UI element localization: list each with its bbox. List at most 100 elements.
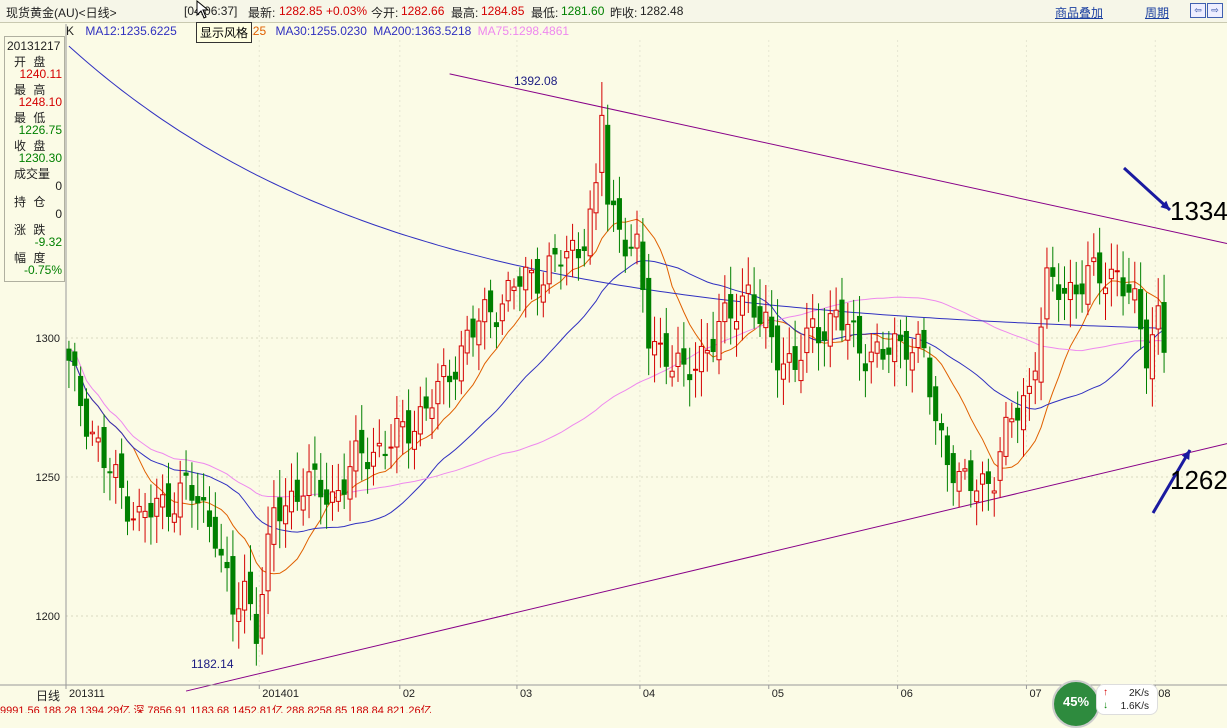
candle-body <box>1102 287 1109 295</box>
candle-body <box>1067 281 1073 301</box>
grid-layer <box>65 40 1227 685</box>
candle-body <box>517 276 523 287</box>
candle-body <box>933 386 939 422</box>
legend-ma30: MA30:1255.0230 <box>275 24 367 38</box>
candle-body <box>827 313 833 347</box>
candle-body <box>851 320 857 323</box>
candle-body <box>605 124 611 205</box>
candle-body <box>534 258 540 294</box>
candle-body <box>154 497 160 517</box>
candle-body <box>160 494 166 508</box>
candle-body <box>657 342 663 345</box>
candle-body <box>669 370 675 378</box>
candle-body <box>780 363 786 380</box>
candle-body <box>786 353 792 363</box>
candle-body <box>552 247 558 255</box>
candle-body <box>452 371 458 380</box>
candle-body <box>470 318 476 338</box>
ma12-line <box>68 218 1165 575</box>
mouse-cursor-icon <box>196 0 210 19</box>
candle-body <box>224 561 230 569</box>
candle-body <box>1044 267 1050 320</box>
candle-body <box>171 513 177 523</box>
candle-body <box>1073 284 1079 295</box>
candle-body <box>429 407 435 419</box>
candle-body <box>546 255 552 285</box>
candle-body <box>652 341 658 356</box>
candle-body <box>599 114 605 173</box>
candle-body <box>482 299 488 323</box>
candle-body <box>1138 289 1144 330</box>
candle-body <box>628 246 634 249</box>
x-tick-label: 201311 <box>69 688 105 700</box>
candle-body <box>476 320 482 346</box>
candle-body <box>195 496 201 504</box>
candle-layer <box>66 82 1167 666</box>
candle-body <box>815 327 822 344</box>
candle-body <box>165 483 172 517</box>
x-tick-label: 06 <box>901 688 913 700</box>
info-low: 1226.75 <box>18 123 62 137</box>
ma200-line <box>68 45 1165 329</box>
peak-label: 1392.08 <box>514 74 558 88</box>
candle-body <box>1085 265 1091 305</box>
candle-body <box>570 239 576 251</box>
candle-body <box>646 277 652 349</box>
candle-body <box>1079 283 1085 295</box>
legend-ma12: MA12:1235.6225 <box>85 24 177 38</box>
x-tick-label: 03 <box>520 688 532 700</box>
candle-body <box>253 613 259 644</box>
candle-body <box>130 518 136 521</box>
candle-body <box>1132 288 1138 301</box>
candle-body <box>101 427 107 469</box>
info-high: 1248.10 <box>18 95 62 109</box>
legend-ma200: MA200:1363.5218 <box>373 24 472 38</box>
candle-body <box>1015 407 1021 421</box>
candle-body <box>944 435 950 466</box>
candle-body <box>394 417 400 448</box>
candle-body <box>903 330 909 360</box>
x-tick-label: 05 <box>772 688 784 700</box>
candle-body <box>183 472 189 476</box>
candle-body <box>230 556 236 615</box>
candle-body <box>411 430 418 450</box>
candle-body <box>1126 284 1132 293</box>
candle-body <box>640 241 646 291</box>
candle-body <box>218 548 224 556</box>
candle-body <box>341 479 347 495</box>
candle-body <box>558 264 564 267</box>
candle-body <box>856 315 863 354</box>
candle-body <box>821 331 827 341</box>
candle-body <box>962 468 968 472</box>
candle-body <box>728 294 734 319</box>
candle-body <box>745 284 751 294</box>
candle-body <box>997 451 1003 481</box>
candle-body <box>324 489 330 505</box>
candle-body <box>1091 257 1097 263</box>
candle-body <box>365 462 371 470</box>
candle-body <box>909 352 915 371</box>
candle-body <box>575 249 581 259</box>
candle-body <box>622 239 628 257</box>
candle-body <box>271 507 277 545</box>
candle-body <box>400 421 406 428</box>
candle-body <box>1050 267 1056 277</box>
legend-ma75: MA75:1298.4861 <box>477 24 570 38</box>
x-tick-label: 07 <box>1029 688 1041 700</box>
candle-body <box>148 502 154 518</box>
candle-body <box>734 321 740 330</box>
candle-body <box>388 446 394 449</box>
candle-body <box>698 345 704 373</box>
candle-body <box>359 429 365 454</box>
candlestick-chart[interactable]: 1200 1250 1300 201311 201401 02 03 04 05 06 07 08 <box>0 0 1227 713</box>
candle-body <box>938 423 945 431</box>
candle-body <box>874 341 880 354</box>
upload-speed: 2K/s <box>1128 688 1149 699</box>
candle-body <box>1056 284 1062 300</box>
candle-body <box>124 496 131 522</box>
network-badge[interactable]: 45% <box>1052 680 1100 728</box>
candle-body <box>991 490 997 494</box>
x-tick-label: 08 <box>1158 688 1170 700</box>
candle-body <box>833 309 839 318</box>
candle-body <box>113 464 119 478</box>
